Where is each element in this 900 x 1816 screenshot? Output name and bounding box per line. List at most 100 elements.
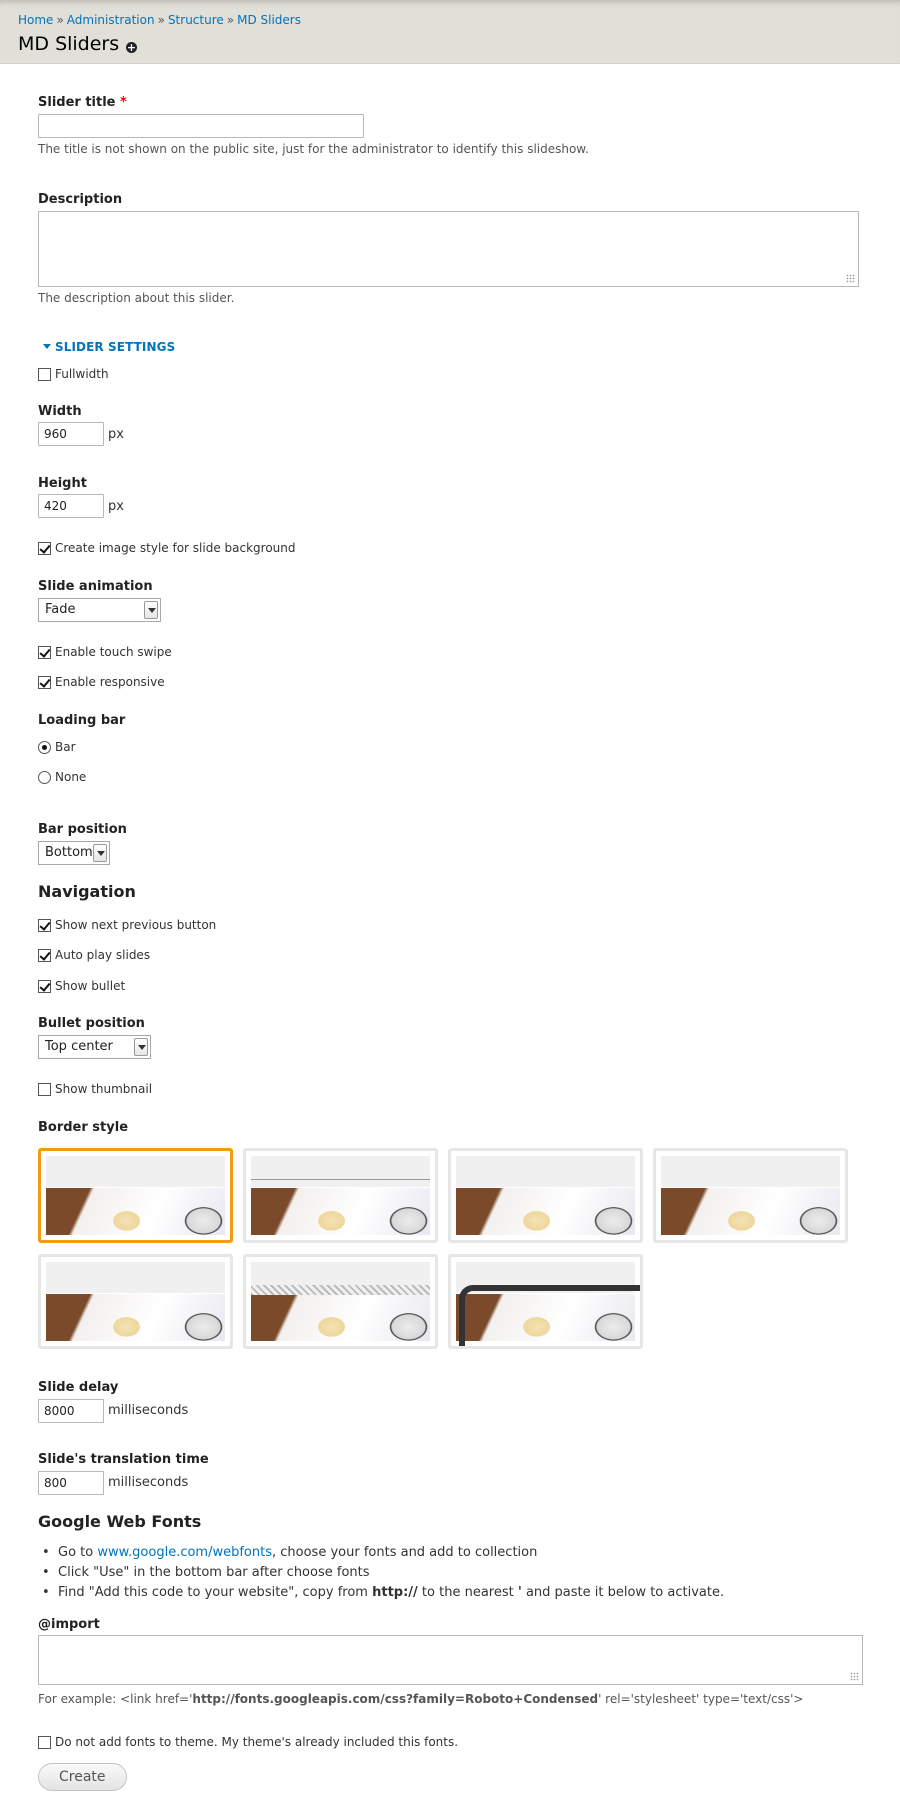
- border-preview-frame: [459, 1285, 640, 1346]
- auto-play-checkbox-row[interactable]: Auto play slides: [38, 948, 150, 962]
- instruction-text: to the nearest: [417, 1585, 518, 1600]
- border-preview-photo: [456, 1188, 635, 1235]
- create-button[interactable]: Create: [38, 1763, 127, 1791]
- show-bullet-label: Show bullet: [55, 979, 126, 993]
- description-textarea[interactable]: [38, 211, 859, 287]
- resize-grip-icon[interactable]: [850, 1672, 859, 1681]
- slide-delay-label: Slide delay: [38, 1380, 119, 1395]
- bullet-position-label: Bullet position: [38, 1016, 145, 1031]
- border-style-option-7[interactable]: [448, 1254, 643, 1349]
- auto-play-label: Auto play slides: [55, 948, 151, 962]
- loading-bar-label: Loading bar: [38, 713, 126, 728]
- next-prev-checkbox-row[interactable]: Show next previous button: [38, 918, 216, 932]
- fullwidth-checkbox-row[interactable]: Fullwidth: [38, 367, 109, 381]
- fullwidth-checkbox[interactable]: [38, 367, 51, 381]
- border-style-option-3[interactable]: [448, 1148, 643, 1243]
- responsive-checkbox-row[interactable]: Enable responsive: [38, 675, 165, 689]
- list-item: Go to www.google.com/webfonts, choose yo…: [38, 1543, 724, 1563]
- border-style-option-4[interactable]: [653, 1148, 848, 1243]
- plus-circle-icon[interactable]: +: [126, 42, 137, 53]
- navigation-heading: Navigation: [38, 882, 136, 901]
- border-preview-photo: [251, 1188, 430, 1235]
- border-style-option-6[interactable]: [243, 1254, 438, 1349]
- instruction-text: Go to: [58, 1545, 98, 1560]
- translation-time-input[interactable]: [38, 1471, 104, 1495]
- slide-animation-label: Slide animation: [38, 579, 153, 594]
- breadcrumb-separator: »: [157, 13, 165, 27]
- google-webfonts-link[interactable]: www.google.com/webfonts: [97, 1545, 272, 1560]
- show-bullet-checkbox-row[interactable]: Show bullet: [38, 979, 125, 993]
- page-header: Home» Administration» Structure» MD Sliders…: [0, 0, 900, 64]
- slider-title-label-text: Slider title: [38, 95, 116, 110]
- show-bullet-checkbox[interactable]: [38, 979, 51, 993]
- auto-play-checkbox[interactable]: [38, 948, 51, 962]
- border-style-option-5[interactable]: [38, 1254, 233, 1349]
- responsive-checkbox[interactable]: [38, 675, 51, 689]
- border-style-label: Border style: [38, 1120, 129, 1135]
- translation-time-label: Slide's translation time: [38, 1452, 209, 1467]
- no-fonts-checkbox-row[interactable]: Do not add fonts to theme. My theme's al…: [38, 1735, 458, 1749]
- height-unit: px: [108, 499, 124, 514]
- show-thumbnail-checkbox[interactable]: [38, 1082, 51, 1096]
- chevron-down-icon: [144, 601, 158, 619]
- chevron-down-icon: [93, 844, 107, 862]
- border-preview-wave: [456, 1181, 635, 1189]
- border-preview-hatch: [251, 1285, 430, 1295]
- border-preview-band: [251, 1156, 430, 1187]
- resize-grip-icon[interactable]: [846, 274, 855, 283]
- instruction-text: , choose your fonts and add to collectio…: [272, 1545, 538, 1560]
- breadcrumb-home[interactable]: Home: [18, 13, 53, 27]
- border-preview-photo: [251, 1294, 430, 1341]
- slide-animation-select[interactable]: Fade: [38, 598, 161, 622]
- border-preview-wave: [661, 1181, 840, 1189]
- next-prev-checkbox[interactable]: [38, 918, 51, 932]
- import-textarea[interactable]: [38, 1635, 863, 1685]
- example-text: ' rel='stylesheet' type='text/css'>: [598, 1692, 804, 1706]
- height-input[interactable]: [38, 494, 104, 518]
- breadcrumb-md-sliders[interactable]: MD Sliders: [237, 13, 301, 27]
- image-style-checkbox-row[interactable]: Create image style for slide background: [38, 541, 296, 555]
- image-style-label: Create image style for slide background: [55, 541, 296, 555]
- touch-swipe-checkbox[interactable]: [38, 645, 51, 659]
- triangle-down-icon: [43, 344, 51, 349]
- bullet-position-select[interactable]: Top center: [38, 1035, 151, 1059]
- touch-swipe-label: Enable touch swipe: [55, 645, 172, 659]
- touch-swipe-checkbox-row[interactable]: Enable touch swipe: [38, 645, 172, 659]
- border-style-option-2[interactable]: [243, 1148, 438, 1243]
- description-help: The description about this slider.: [38, 291, 235, 305]
- slider-title-description: The title is not shown on the public sit…: [38, 142, 589, 156]
- breadcrumb-structure[interactable]: Structure: [168, 13, 224, 27]
- import-example: For example: <link href='http://fonts.go…: [38, 1692, 803, 1706]
- height-label: Height: [38, 476, 87, 491]
- slide-animation-value: Fade: [45, 602, 76, 617]
- width-input[interactable]: [38, 422, 104, 446]
- bar-position-select[interactable]: Bottom: [38, 841, 110, 865]
- next-prev-label: Show next previous button: [55, 918, 217, 932]
- loading-bar-radio-bar[interactable]: [38, 740, 51, 754]
- border-style-option-1[interactable]: [38, 1148, 233, 1243]
- chevron-down-icon: [134, 1038, 148, 1056]
- example-text: For example: <link href=': [38, 1692, 193, 1706]
- loading-bar-option-bar[interactable]: Bar: [38, 740, 76, 754]
- instruction-text: and paste it below to activate.: [521, 1585, 725, 1600]
- google-fonts-heading: Google Web Fonts: [38, 1512, 202, 1531]
- instruction-bold: http://: [372, 1585, 418, 1600]
- required-mark: *: [120, 95, 127, 110]
- loading-bar-option-none[interactable]: None: [38, 770, 86, 784]
- border-preview-line: [251, 1179, 430, 1180]
- page-title: MD Sliders: [18, 33, 120, 55]
- show-thumbnail-checkbox-row[interactable]: Show thumbnail: [38, 1082, 152, 1096]
- image-style-checkbox[interactable]: [38, 541, 51, 555]
- breadcrumb-administration[interactable]: Administration: [67, 13, 155, 27]
- no-fonts-label: Do not add fonts to theme. My theme's al…: [55, 1735, 459, 1749]
- slider-settings-toggle[interactable]: SLIDER SETTINGS: [43, 340, 175, 354]
- instruction-text: Find "Add this code to your website", co…: [58, 1585, 373, 1600]
- slide-delay-input[interactable]: [38, 1399, 104, 1423]
- slider-title-input[interactable]: [38, 114, 364, 138]
- border-preview-photo: [46, 1188, 225, 1235]
- no-fonts-checkbox[interactable]: [38, 1735, 51, 1749]
- loading-bar-radio-none[interactable]: [38, 770, 51, 784]
- width-unit: px: [108, 427, 124, 442]
- slider-title-label: Slider title *: [38, 95, 127, 110]
- translation-time-unit: milliseconds: [108, 1475, 189, 1490]
